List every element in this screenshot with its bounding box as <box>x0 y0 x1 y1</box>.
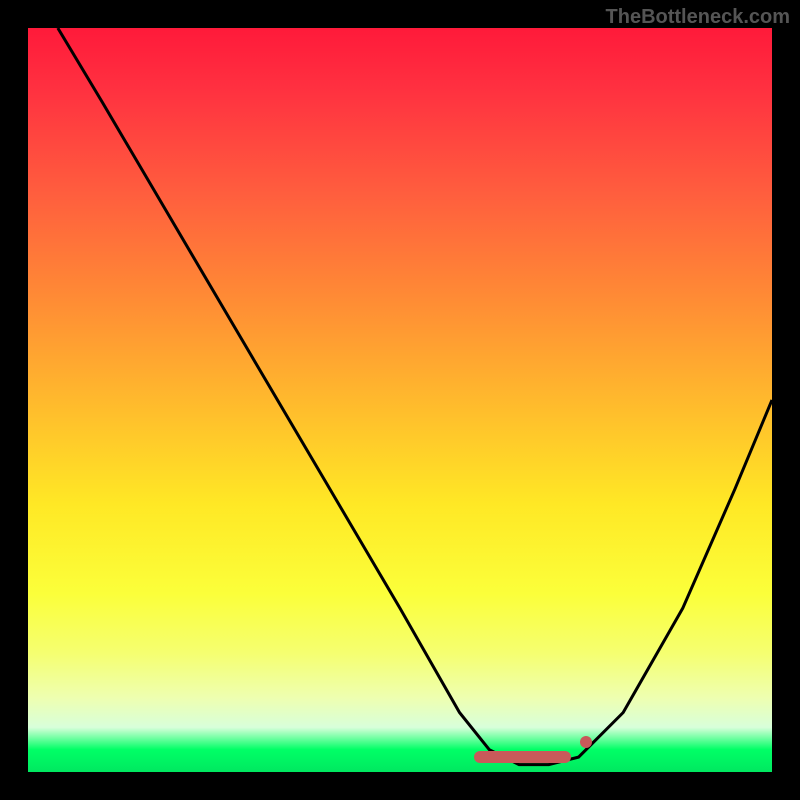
bottleneck-point-marker <box>580 736 592 748</box>
bottleneck-zone-marker <box>474 751 571 763</box>
chart-curve <box>28 28 772 772</box>
plot-area <box>28 28 772 772</box>
watermark-text: TheBottleneck.com <box>606 6 790 29</box>
curve-path <box>58 28 772 765</box>
